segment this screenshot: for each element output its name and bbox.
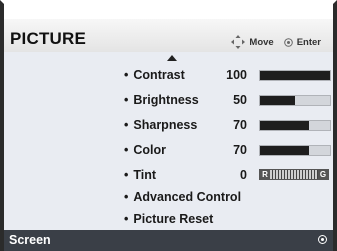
slider-fill xyxy=(260,96,295,105)
item-value: 70 xyxy=(233,143,247,157)
menu-item-picture-reset[interactable]: Picture Reset xyxy=(124,212,324,230)
color-slider[interactable] xyxy=(259,145,331,156)
menu-item-screen[interactable]: Screen xyxy=(4,230,333,251)
slider-fill xyxy=(260,121,309,130)
enter-icon xyxy=(283,37,293,47)
item-label: Tint xyxy=(124,168,156,182)
menu-item-advanced-control[interactable]: Advanced Control xyxy=(124,190,324,208)
item-label: Advanced Control xyxy=(124,190,241,204)
item-label: Color xyxy=(124,143,166,157)
menu-header: PICTURE Move Enter xyxy=(4,19,333,52)
item-label: Picture Reset xyxy=(124,212,213,226)
tint-slider[interactable]: R G xyxy=(259,169,329,180)
enter-hint-label: Enter xyxy=(296,36,321,48)
scroll-up-arrow-icon[interactable] xyxy=(167,55,177,61)
navigation-hint: Move Enter xyxy=(231,35,321,49)
item-value: 50 xyxy=(233,93,247,107)
move-hint-label: Move xyxy=(249,36,274,48)
picture-menu: PICTURE Move Enter Contrast xyxy=(0,0,337,251)
enter-icon xyxy=(318,235,327,244)
item-value: 100 xyxy=(226,68,247,82)
move-arrows-icon xyxy=(231,35,246,49)
item-label: Screen xyxy=(9,233,51,247)
slider-fill xyxy=(260,71,330,80)
contrast-slider[interactable] xyxy=(259,70,331,81)
slider-fill xyxy=(260,146,309,155)
sharpness-slider[interactable] xyxy=(259,120,331,131)
brightness-slider[interactable] xyxy=(259,95,331,106)
menu-title: PICTURE xyxy=(10,29,87,48)
item-label: Brightness xyxy=(124,93,198,107)
item-value: 70 xyxy=(233,118,247,132)
tint-green-label: G xyxy=(318,170,328,179)
tint-red-label: R xyxy=(260,170,270,179)
item-label: Sharpness xyxy=(124,118,197,132)
item-label: Contrast xyxy=(124,68,184,82)
item-value: 0 xyxy=(240,168,247,182)
